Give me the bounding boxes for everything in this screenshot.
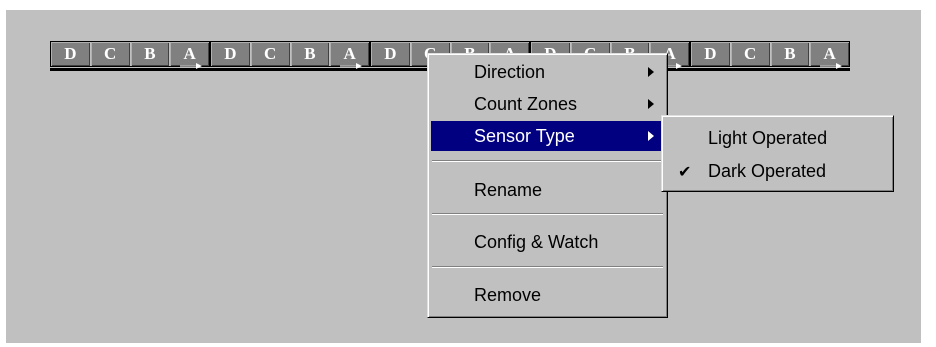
menu-item-remove[interactable]: Remove	[431, 280, 664, 310]
direction-arrow-icon	[180, 63, 202, 69]
submenu-arrow-icon	[648, 131, 654, 141]
menu-item-config-watch[interactable]: Config & Watch	[431, 227, 664, 257]
zone-cell-b[interactable]: B	[130, 42, 171, 66]
zone-strip[interactable]: D C B A	[50, 41, 210, 73]
zone-cell-d[interactable]: D	[51, 42, 91, 66]
menu-item-sensor-type[interactable]: Sensor Type	[431, 121, 664, 151]
menu-item-count-zones[interactable]: Count Zones	[431, 89, 664, 119]
menu-separator	[432, 213, 663, 215]
zone-cell-d[interactable]: D	[211, 42, 251, 66]
submenu-arrow-icon	[648, 67, 654, 77]
sensor-type-submenu: Light Operated ✔ Dark Operated	[661, 115, 894, 192]
zone-cell-b[interactable]: B	[770, 42, 811, 66]
menu-item-rename[interactable]: Rename	[431, 175, 664, 205]
menu-item-label: Config & Watch	[474, 231, 599, 252]
direction-arrow-icon	[820, 63, 842, 69]
menu-item-label: Remove	[474, 284, 542, 305]
zone-cell-b[interactable]: B	[290, 42, 331, 66]
menu-item-direction[interactable]: Direction	[431, 57, 664, 87]
checkmark-icon: ✔	[678, 162, 692, 181]
menu-item-label: Sensor Type	[474, 125, 575, 146]
menu-separator	[432, 160, 663, 162]
zone-cell-c[interactable]: C	[730, 42, 771, 66]
menu-item-label: Dark Operated	[708, 160, 827, 181]
zone-cell-c[interactable]: C	[90, 42, 131, 66]
zone-strip[interactable]: D C B A	[210, 41, 370, 73]
submenu-arrow-icon	[648, 99, 654, 109]
zone-cell-c[interactable]: C	[250, 42, 291, 66]
menu-separator	[432, 266, 663, 268]
menu-item-label: Rename	[474, 179, 543, 200]
zone-cell-d[interactable]: D	[691, 42, 731, 66]
zone-cell-d[interactable]: D	[371, 42, 411, 66]
menu-item-dark-operated[interactable]: ✔ Dark Operated	[665, 156, 890, 186]
menu-item-label: Direction	[474, 61, 546, 82]
menu-item-light-operated[interactable]: Light Operated	[665, 123, 890, 153]
direction-arrow-icon	[340, 63, 362, 69]
workspace-canvas[interactable]: D C B A D C B A D C B A D C B	[6, 10, 921, 343]
menu-item-label: Count Zones	[474, 93, 578, 114]
zone-strip[interactable]: D C B A	[690, 41, 850, 73]
context-menu: Direction Count Zones Sensor Type Rename…	[427, 53, 668, 318]
menu-item-label: Light Operated	[708, 127, 828, 148]
